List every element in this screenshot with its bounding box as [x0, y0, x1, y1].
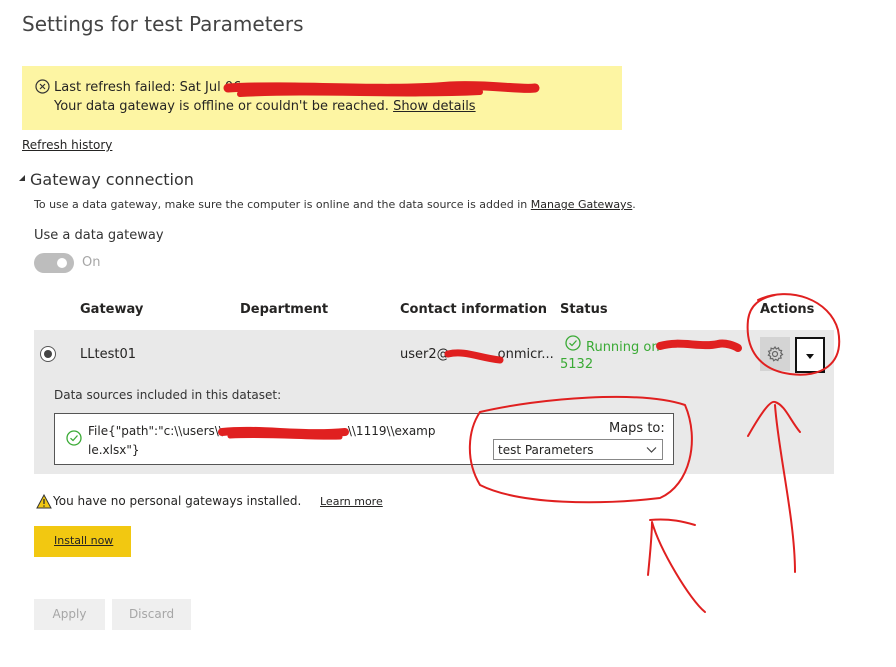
apply-label: Apply — [52, 607, 87, 621]
install-now-button[interactable]: Install now — [34, 526, 131, 557]
apply-button[interactable]: Apply — [34, 599, 105, 630]
path-suffix: \\1119\\examp — [347, 424, 436, 438]
path-prefix: File{"path":"c:\\users\\ — [88, 424, 223, 438]
gateway-description: To use a data gateway, make sure the com… — [34, 198, 636, 211]
gear-icon — [767, 345, 784, 362]
maps-to-selected-value: test Parameters — [498, 443, 594, 457]
data-sources-heading: Data sources included in this dataset: — [54, 388, 282, 402]
check-circle-icon — [565, 335, 581, 351]
gateway-actions-dropdown-button[interactable] — [795, 337, 825, 373]
column-header-status: Status — [560, 302, 608, 317]
contact-user: user2@ — [400, 347, 450, 362]
column-header-gateway: Gateway — [80, 302, 144, 317]
use-gateway-toggle[interactable] — [34, 253, 74, 273]
page-title: Settings for test Parameters — [22, 12, 304, 36]
refresh-history-link[interactable]: Refresh history — [22, 138, 112, 152]
status-line2: 5132 — [560, 357, 594, 372]
gateway-description-text: To use a data gateway, make sure the com… — [34, 198, 528, 211]
manage-gateways-link[interactable]: Manage Gateways — [531, 198, 633, 211]
column-header-actions: Actions — [760, 302, 815, 317]
use-gateway-label: Use a data gateway — [34, 228, 164, 243]
radio-selected-dot — [44, 350, 52, 358]
maps-to-select[interactable]: test Parameters — [493, 439, 663, 460]
gateway-settings-button[interactable] — [760, 337, 790, 371]
gateway-contact: user2@ onmicr... — [400, 347, 554, 362]
column-header-department: Department — [240, 302, 329, 317]
gateway-status: Running on — [586, 338, 746, 357]
contact-domain: onmicr... — [497, 347, 554, 362]
status-line1: Running on — [586, 340, 660, 355]
banner-gateway-offline-text: Your data gateway is offline or couldn't… — [54, 99, 476, 114]
gateway-radio-button[interactable] — [40, 346, 56, 362]
refresh-failed-banner: Last refresh failed: Sat Jul 06 Your dat… — [22, 66, 622, 130]
gateway-connection-heading: Gateway connection — [30, 170, 194, 189]
collapse-triangle-icon[interactable] — [17, 173, 27, 183]
install-now-label: Install now — [54, 534, 114, 547]
discard-button[interactable]: Discard — [112, 599, 191, 630]
caret-down-icon — [806, 354, 814, 359]
toggle-knob — [57, 258, 67, 268]
data-source-path-line1: File{"path":"c:\\users\\ \\1119\\examp — [88, 424, 436, 438]
show-details-link[interactable]: Show details — [393, 99, 476, 114]
warning-icon — [36, 494, 52, 509]
check-circle-icon — [66, 430, 82, 446]
learn-more-link[interactable]: Learn more — [320, 495, 383, 508]
column-header-contact: Contact information — [400, 302, 548, 317]
discard-label: Discard — [128, 607, 175, 621]
no-personal-gateways-text: You have no personal gateways installed. — [53, 494, 302, 508]
maps-to-label: Maps to: — [609, 421, 665, 436]
gateway-name: LLtest01 — [80, 347, 136, 362]
chevron-down-icon — [646, 447, 657, 453]
data-source-path-line2: le.xlsx"} — [88, 443, 140, 457]
error-circle-x-icon — [35, 79, 50, 94]
banner-offline-message: Your data gateway is offline or couldn't… — [54, 99, 389, 114]
banner-refresh-failed-text: Last refresh failed: Sat Jul 06 — [54, 80, 242, 95]
toggle-state-label: On — [82, 255, 101, 270]
